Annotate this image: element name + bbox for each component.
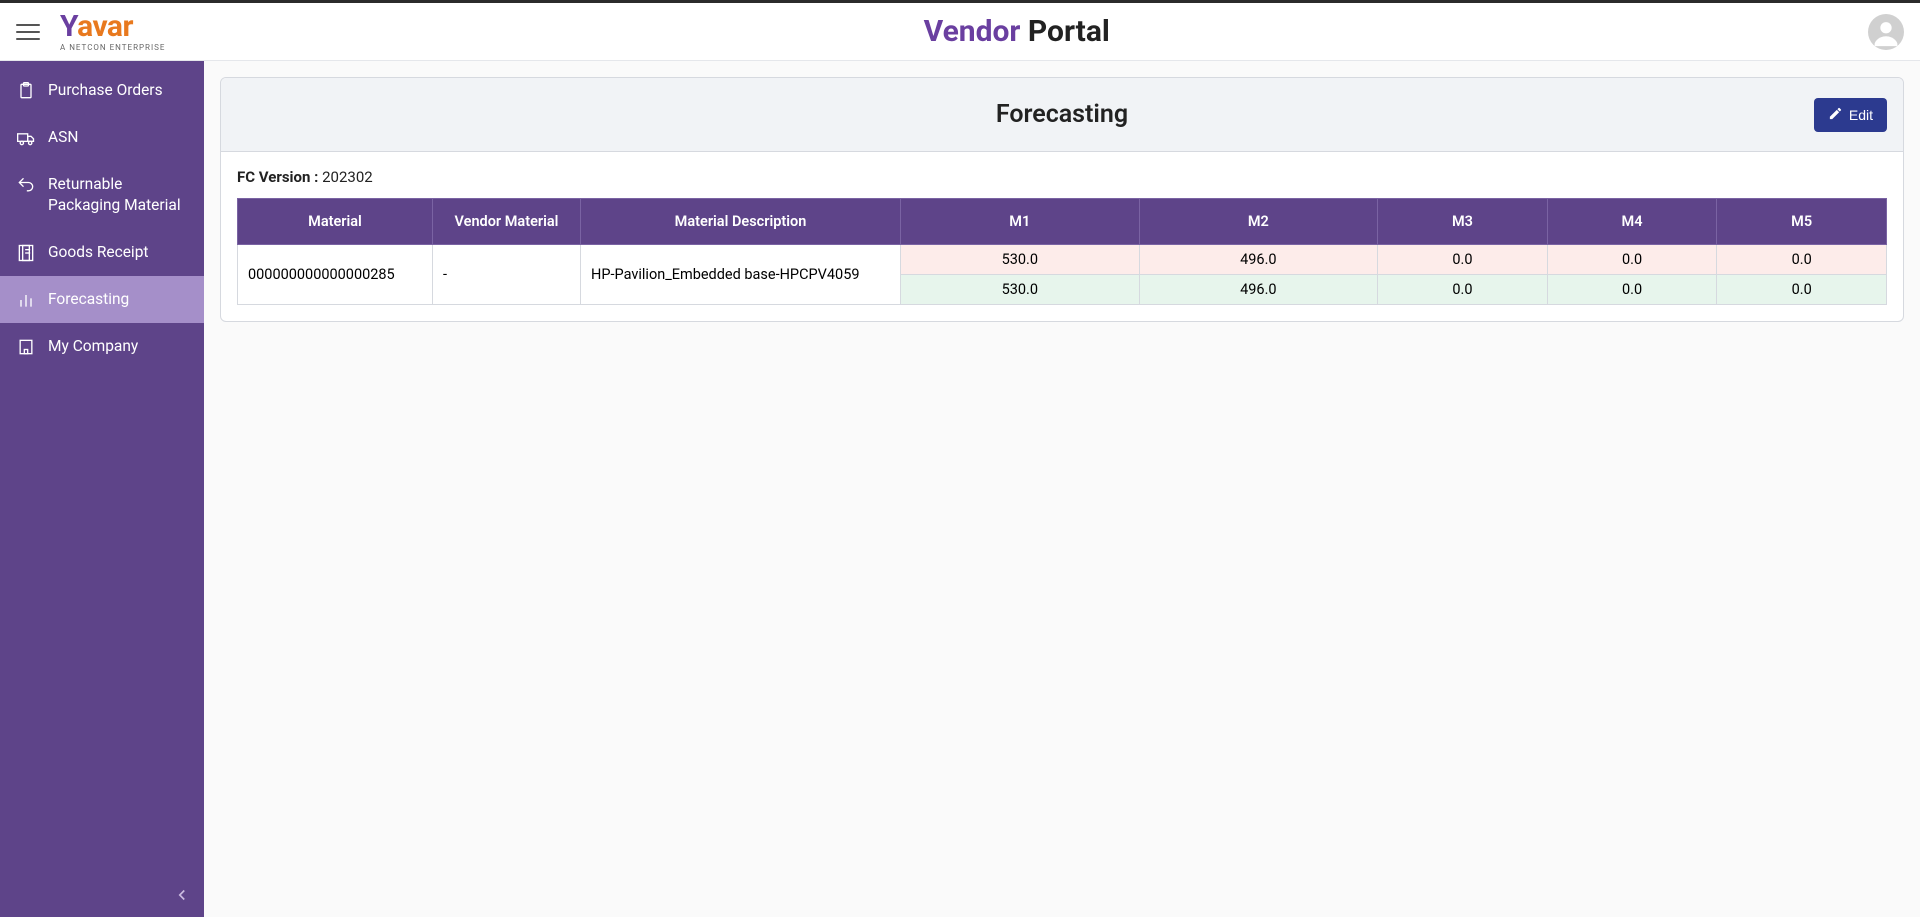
topbar: Yavar A NETCON ENTERPRISE Vendor Portal: [0, 3, 1920, 61]
forecast-value-top: 0.0: [1717, 245, 1886, 275]
sidebar-item-purchase-orders[interactable]: Purchase Orders: [0, 67, 204, 114]
sidebar-item-my-company[interactable]: My Company: [0, 323, 204, 370]
fc-version-label: FC Version :: [237, 168, 318, 186]
column-header: M5: [1717, 199, 1887, 245]
sidebar-item-label: Purchase Orders: [48, 80, 163, 101]
edit-button-label: Edit: [1849, 107, 1873, 123]
sidebar-item-goods-receipt[interactable]: Goods Receipt: [0, 229, 204, 276]
logo-part-1: Y: [60, 9, 77, 44]
forecasting-card: Forecasting Edit FC Version : 202302 M: [220, 77, 1904, 322]
sidebar-item-label: Returnable Packaging Material: [48, 174, 188, 216]
column-header: M4: [1547, 199, 1717, 245]
card-header: Forecasting Edit: [221, 78, 1903, 152]
receipt-icon: [16, 243, 36, 263]
clipboard-icon: [16, 81, 36, 101]
truck-icon: [16, 128, 36, 148]
pencil-icon: [1828, 106, 1843, 124]
forecast-value-bot: 0.0: [1548, 275, 1717, 304]
forecast-value-bot: 530.0: [901, 275, 1139, 304]
forecast-value-bot: 0.0: [1378, 275, 1547, 304]
column-header: Vendor Material: [433, 199, 581, 245]
table-row: 000000000000000285-HP-Pavilion_Embedded …: [238, 245, 1887, 305]
user-avatar-icon[interactable]: [1868, 14, 1904, 50]
fc-version-value: 202302: [322, 168, 373, 186]
app-title: Vendor Portal: [924, 14, 1110, 49]
return-icon: [16, 175, 36, 195]
forecast-value-top: 0.0: [1548, 245, 1717, 275]
column-header: Material: [238, 199, 433, 245]
cell-month: 530.0530.0: [901, 245, 1140, 305]
page-title: Forecasting: [237, 100, 1887, 129]
fc-version: FC Version : 202302: [237, 168, 1887, 186]
cell-month: 0.00.0: [1717, 245, 1887, 305]
cell-month: 0.00.0: [1378, 245, 1548, 305]
main-content: Forecasting Edit FC Version : 202302 M: [204, 61, 1920, 917]
cell-vendor-material: -: [433, 245, 581, 305]
sidebar: Purchase Orders ASN Returnable Packaging M…: [0, 61, 204, 917]
sidebar-item-label: Goods Receipt: [48, 242, 148, 263]
sidebar-item-returnable-packaging-material[interactable]: Returnable Packaging Material: [0, 161, 204, 229]
sidebar-collapse-icon[interactable]: [168, 881, 196, 909]
forecast-table: MaterialVendor MaterialMaterial Descript…: [237, 198, 1887, 305]
cell-description: HP-Pavilion_Embedded base-HPCPV4059: [581, 245, 901, 305]
chart-icon: [16, 290, 36, 310]
sidebar-item-forecasting[interactable]: Forecasting: [0, 276, 204, 323]
edit-button[interactable]: Edit: [1814, 98, 1887, 132]
forecast-value-top: 530.0: [901, 245, 1139, 275]
app-title-1: Vendor: [924, 14, 1021, 49]
column-header: M2: [1139, 199, 1378, 245]
forecast-value-top: 0.0: [1378, 245, 1547, 275]
cell-month: 0.00.0: [1547, 245, 1717, 305]
app-title-2: Portal: [1028, 14, 1110, 49]
sidebar-item-asn[interactable]: ASN: [0, 114, 204, 161]
logo-subtitle: A NETCON ENTERPRISE: [60, 43, 165, 52]
logo-part-2: avar: [77, 9, 133, 44]
sidebar-item-label: ASN: [48, 127, 78, 148]
cell-month: 496.0496.0: [1139, 245, 1378, 305]
column-header: M1: [901, 199, 1140, 245]
forecast-value-bot: 496.0: [1140, 275, 1378, 304]
hamburger-menu-icon[interactable]: [16, 20, 40, 44]
column-header: Material Description: [581, 199, 901, 245]
sidebar-item-label: My Company: [48, 336, 138, 357]
sidebar-item-label: Forecasting: [48, 289, 129, 310]
logo[interactable]: Yavar A NETCON ENTERPRISE: [60, 12, 165, 52]
cell-material: 000000000000000285: [238, 245, 433, 305]
forecast-value-bot: 0.0: [1717, 275, 1886, 304]
column-header: M3: [1378, 199, 1548, 245]
building-icon: [16, 337, 36, 357]
forecast-value-top: 496.0: [1140, 245, 1378, 275]
